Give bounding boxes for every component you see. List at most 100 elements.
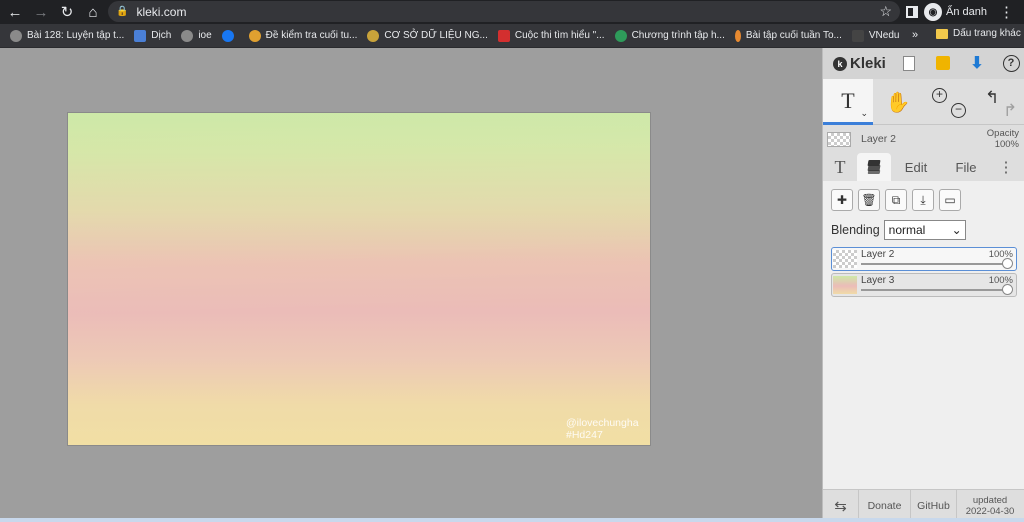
- duplicate-icon: ⧉: [891, 192, 901, 207]
- tab-tool-settings[interactable]: T: [823, 153, 857, 181]
- os-taskbar: [0, 518, 1024, 522]
- bookmark-favicon-icon: [851, 29, 864, 42]
- rename-layer-button[interactable]: ▭: [939, 189, 961, 211]
- canvas-watermark: @ilovechungha #Hd247: [566, 417, 639, 441]
- undo-icon[interactable]: ↰: [985, 88, 999, 108]
- bookmark-item[interactable]: Cuộc thi tìm hiểu "...: [497, 29, 605, 42]
- bookmark-item[interactable]: Đề kiểm tra cuối tu...: [248, 29, 357, 42]
- chevron-down-icon[interactable]: ⌄: [860, 108, 868, 119]
- watermark-line: #Hd247: [566, 429, 603, 441]
- undo-redo-tools: ↰ ↱: [973, 79, 1024, 125]
- rename-icon: ▭: [944, 193, 956, 207]
- bookmark-item[interactable]: [221, 29, 239, 42]
- bookmark-item[interactable]: Chương trình tập h...: [614, 29, 725, 42]
- bookmark-favicon-icon: [10, 29, 22, 42]
- text-tool-icon: T: [841, 87, 855, 113]
- updated-label: updated: [972, 495, 1008, 506]
- merge-down-icon: ⤓: [920, 192, 926, 207]
- layer-row[interactable]: Layer 3 100%: [831, 273, 1017, 297]
- text-settings-icon: T: [834, 156, 846, 177]
- address-bar[interactable]: 🔒 kleki.com ☆: [108, 1, 900, 22]
- bookmarks-bar: Bài 128: Luyện tập t... Dịch ioe Đề kiểm…: [0, 24, 1024, 48]
- incognito-icon: ◉: [924, 3, 942, 21]
- browser-menu-icon[interactable]: ⋮: [999, 3, 1014, 21]
- bookmark-item[interactable]: Dịch: [134, 29, 171, 42]
- other-bookmarks-folder[interactable]: Dấu trang khác: [936, 28, 1021, 39]
- new-file-icon: [903, 55, 915, 71]
- bookmark-favicon-icon: [367, 29, 380, 42]
- new-image-button[interactable]: [899, 53, 919, 73]
- layer-opacity-slider[interactable]: [861, 263, 1006, 265]
- merge-layer-button[interactable]: ⤓: [912, 189, 934, 211]
- tab-file[interactable]: File: [941, 153, 991, 181]
- panel-tabs: T Edit File ⋮: [823, 153, 1024, 181]
- blending-control: Blending normal ⌄: [831, 220, 966, 240]
- trash-icon: 🗑: [861, 193, 877, 207]
- browser-toolbar: ← → ↻ ⌂ 🔒 kleki.com ☆ ◉ Ẩn danh ⋮: [0, 0, 1024, 24]
- blending-value: normal: [888, 223, 926, 237]
- save-button[interactable]: [933, 53, 953, 73]
- layer-name: Layer 2: [861, 249, 895, 260]
- layer-name: Layer 3: [861, 275, 895, 286]
- slider-handle[interactable]: [1002, 284, 1013, 295]
- zoom-tools: + −: [923, 79, 973, 125]
- bookmark-item[interactable]: Bài 128: Luyện tập t...: [10, 29, 124, 42]
- plus-icon: ✚: [836, 193, 848, 207]
- bookmark-favicon-icon: [734, 29, 741, 42]
- opacity-label: Opacity: [986, 128, 1019, 139]
- duplicate-layer-button[interactable]: ⧉: [885, 189, 907, 211]
- more-options-icon[interactable]: ⋮: [991, 153, 1021, 181]
- layer-thumbnail: [827, 131, 851, 147]
- chevron-down-icon: ⌄: [951, 223, 962, 237]
- more-bookmarks-icon[interactable]: »: [912, 29, 918, 41]
- reload-icon[interactable]: ↻: [56, 1, 78, 23]
- tool-bar: T ⌄ ✋ + − ↰ ↱: [823, 79, 1024, 125]
- tab-layers[interactable]: [857, 153, 891, 181]
- facebook-favicon-icon: [221, 29, 234, 42]
- lock-icon[interactable]: 🔒: [116, 6, 128, 17]
- opacity-readout: Opacity 100%: [987, 128, 1019, 150]
- layer-opacity-slider[interactable]: [861, 289, 1006, 291]
- current-layer-name: Layer 2: [861, 133, 897, 145]
- hand-tool-button[interactable]: ✋: [873, 79, 923, 125]
- redo-icon[interactable]: ↱: [1003, 101, 1017, 121]
- text-tool-button[interactable]: T ⌄: [823, 79, 873, 125]
- bookmark-item[interactable]: VNedu: [851, 29, 899, 42]
- tab-edit[interactable]: Edit: [891, 153, 941, 181]
- home-icon[interactable]: ⌂: [82, 1, 104, 23]
- add-layer-button[interactable]: ✚: [831, 189, 853, 211]
- forward-icon[interactable]: →: [30, 1, 52, 23]
- tool-panel: k Kleki ⬇ ? T ⌄ ✋ + − ↰ ↱ Layer 2 Opacit…: [822, 48, 1024, 522]
- kleki-logo: k Kleki: [833, 55, 886, 72]
- zoom-in-icon[interactable]: +: [932, 88, 947, 103]
- canvas-workspace[interactable]: @ilovechungha #Hd247: [0, 48, 822, 522]
- panel-header: k Kleki ⬇ ?: [823, 48, 1024, 79]
- blending-select[interactable]: normal ⌄: [883, 220, 966, 240]
- flag-favicon-icon: [497, 29, 510, 42]
- back-icon[interactable]: ←: [4, 1, 26, 23]
- bookmark-star-icon[interactable]: ☆: [879, 3, 892, 20]
- url-text: kleki.com: [136, 4, 187, 19]
- profile-label: Ẩn danh: [946, 6, 987, 18]
- blending-label: Blending: [831, 223, 880, 237]
- profile-button[interactable]: ◉ Ẩn danh: [924, 3, 987, 21]
- bookmark-item[interactable]: ioe: [181, 29, 212, 42]
- save-icon: [936, 56, 950, 70]
- download-icon[interactable]: ⬇: [967, 53, 987, 73]
- bookmark-item[interactable]: Bài tập cuối tuần To...: [734, 29, 842, 42]
- layers-panel: ✚ 🗑 ⧉ ⤓ ▭ Blending normal ⌄ Layer 2 100%…: [823, 181, 1024, 496]
- slider-handle[interactable]: [1002, 258, 1013, 269]
- layer-thumbnail: [833, 276, 857, 294]
- kleki-logo-icon: k: [833, 56, 847, 71]
- updated-date: 2022-04-30: [965, 506, 1015, 517]
- delete-layer-button[interactable]: 🗑: [858, 189, 880, 211]
- side-panel-icon[interactable]: [906, 6, 918, 18]
- watermark-line: @ilovechungha: [566, 417, 639, 429]
- drawing-canvas[interactable]: @ilovechungha #Hd247: [68, 113, 650, 445]
- layer-row[interactable]: Layer 2 100%: [831, 247, 1017, 271]
- help-button[interactable]: ?: [1001, 53, 1021, 73]
- bookmark-item[interactable]: CƠ SỞ DỮ LIỆU NG...: [367, 29, 488, 42]
- translate-favicon-icon: [134, 29, 147, 42]
- zoom-out-icon[interactable]: −: [951, 103, 966, 118]
- opacity-value: 100%: [994, 139, 1019, 150]
